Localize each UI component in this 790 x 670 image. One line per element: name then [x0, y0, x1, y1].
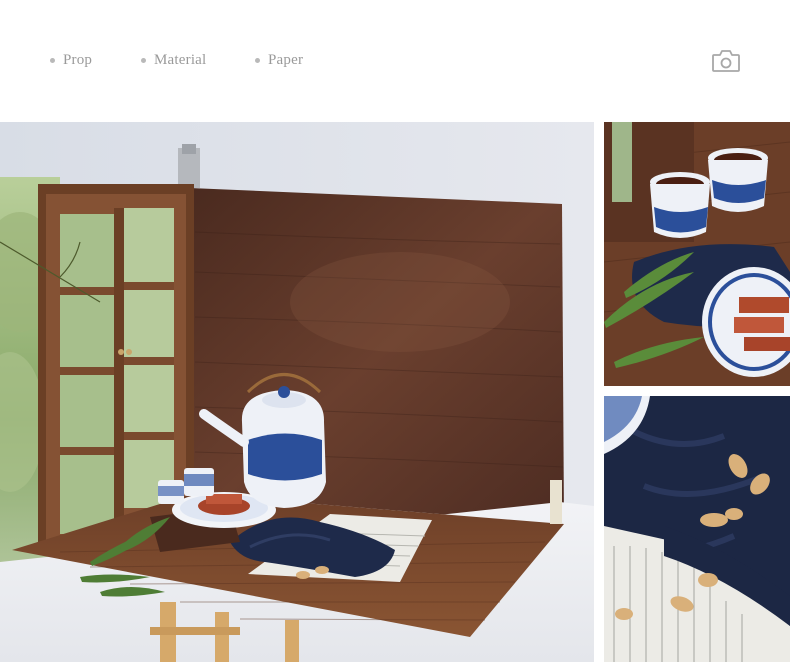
tag-paper[interactable]: Paper — [255, 50, 303, 70]
tag-label: Material — [154, 51, 207, 68]
tag-material[interactable]: Material — [141, 50, 206, 70]
top-bar: Prop Material Paper — [0, 0, 790, 122]
bullet-dot — [141, 57, 146, 63]
bullet-dot — [50, 57, 55, 63]
bullet-dot — [255, 57, 260, 63]
detail-photo-teacups — [604, 122, 790, 386]
camera-icon[interactable] — [711, 48, 741, 74]
tag-label: Prop — [63, 51, 93, 68]
detail-photo-cloth-peanuts — [604, 396, 790, 662]
tag-prop[interactable]: Prop — [50, 50, 92, 70]
tag-label: Paper — [268, 51, 304, 68]
main-product-photo — [0, 122, 594, 662]
